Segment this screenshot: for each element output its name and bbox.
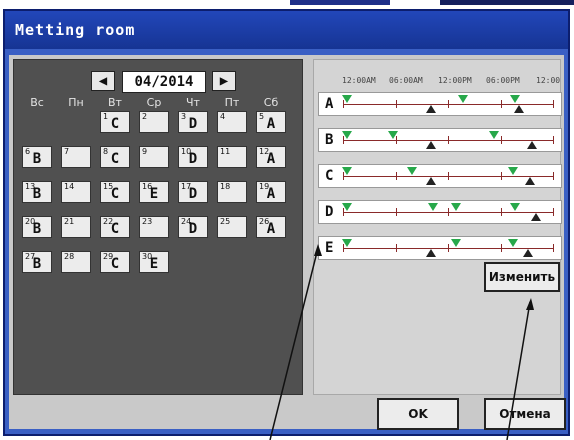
callout-lines xyxy=(269,244,534,440)
callout-arrowhead-edit xyxy=(526,298,534,310)
callout-line-pattern xyxy=(269,247,319,440)
callout-line-edit xyxy=(506,301,531,440)
callout-arrowhead-pattern xyxy=(314,244,322,256)
